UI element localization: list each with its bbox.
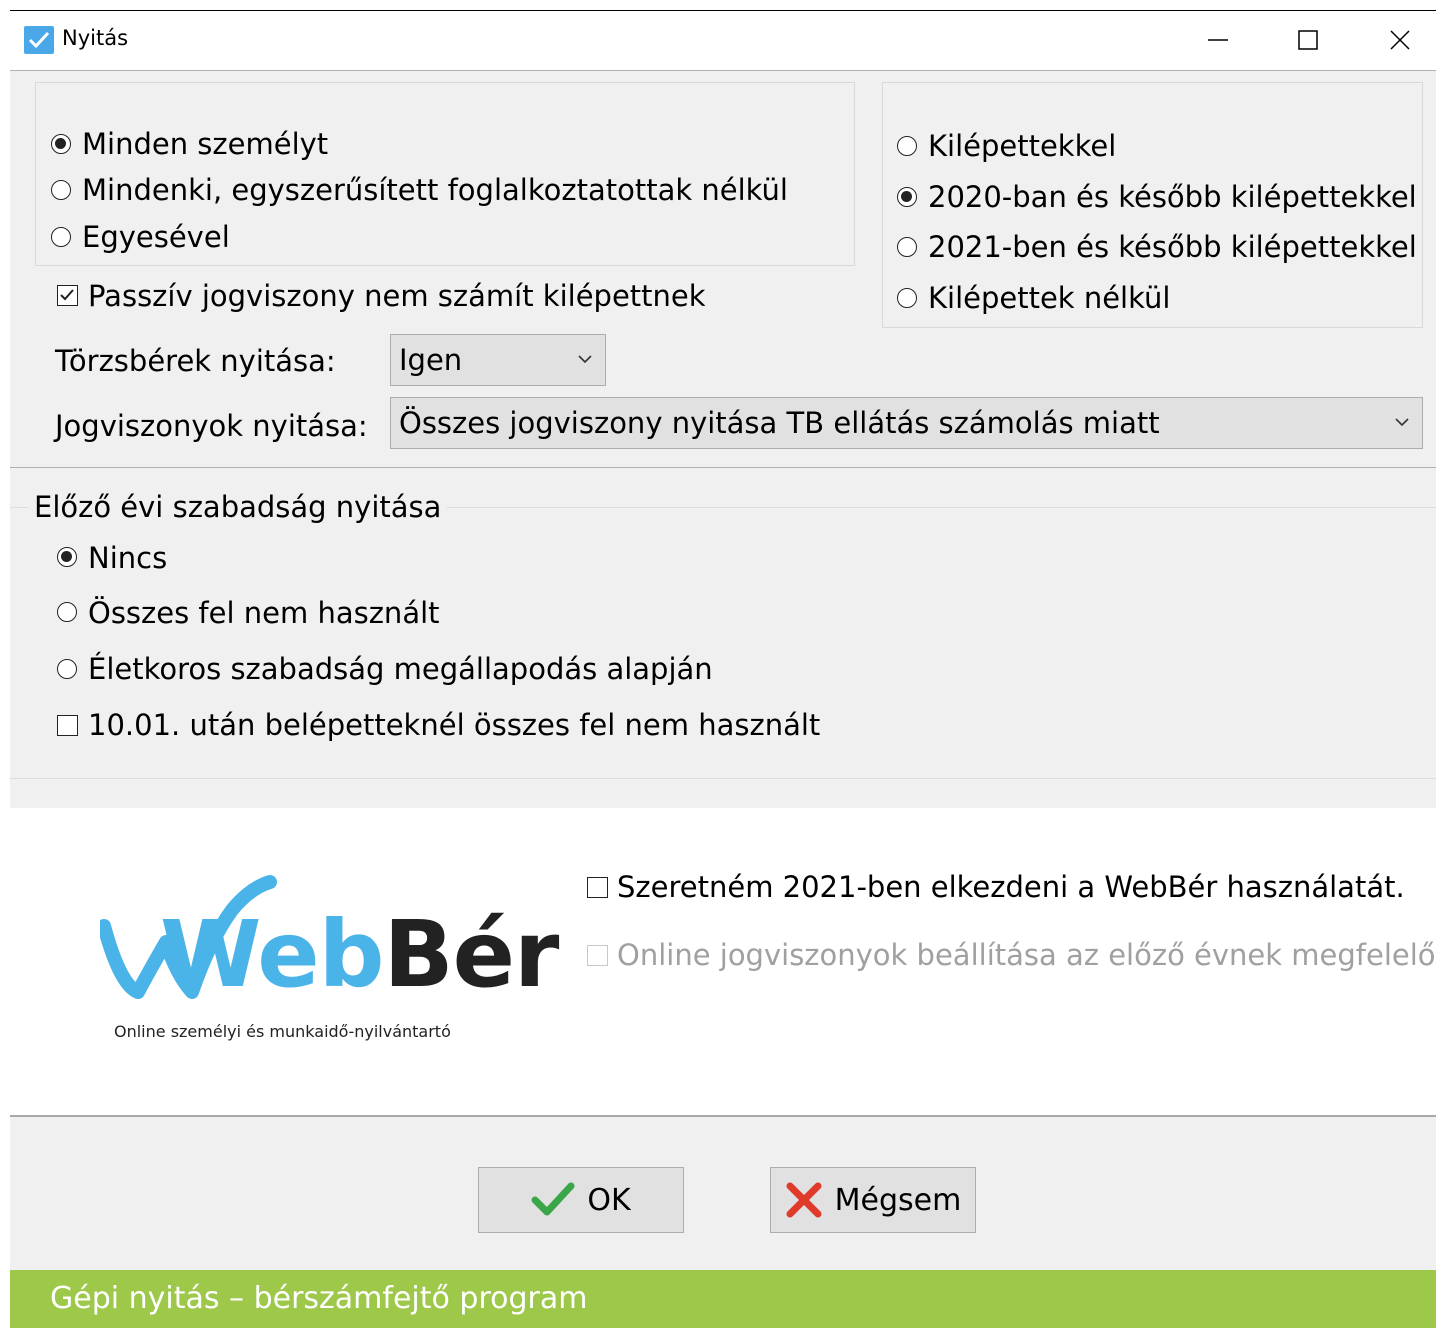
cancel-button-label: Mégsem bbox=[834, 1182, 962, 1218]
ok-button-label: OK bbox=[587, 1182, 631, 1218]
webber-online-label: Online jogviszonyok beállítása az előző … bbox=[617, 938, 1436, 972]
leave-title: Előző évi szabadság nyitása bbox=[28, 489, 448, 525]
chevron-down-icon bbox=[1395, 418, 1409, 427]
exited-label-2: 2021-ben és később kilépettekkel bbox=[928, 230, 1417, 264]
exited-radio-0[interactable] bbox=[897, 136, 917, 156]
torzsberek-value: Igen bbox=[399, 343, 463, 377]
jogviszonyok-value: Összes jogviszony nyitása TB ellátás szá… bbox=[399, 406, 1160, 440]
ok-button[interactable]: OK bbox=[478, 1167, 684, 1233]
scope-label-0: Minden személyt bbox=[82, 127, 329, 161]
cancel-button[interactable]: Mégsem bbox=[770, 1167, 976, 1233]
checkmark-icon bbox=[60, 289, 74, 301]
logo-text-ber: Bér bbox=[383, 901, 559, 1008]
exited-label-0: Kilépettekkel bbox=[928, 129, 1117, 163]
leave-label-0: Nincs bbox=[88, 541, 168, 575]
separator bbox=[10, 1115, 1436, 1117]
window-title: Nyitás bbox=[62, 26, 129, 50]
passive-checkbox[interactable] bbox=[57, 285, 78, 306]
scope-radio-2[interactable] bbox=[51, 227, 71, 247]
webber-online-checkbox[interactable] bbox=[587, 945, 608, 966]
minimize-button[interactable] bbox=[1188, 20, 1248, 60]
webber-logo-text: WebBér bbox=[160, 900, 559, 1010]
leave-check-label: 10.01. után belépetteknél összes fel nem… bbox=[88, 708, 821, 742]
jogviszonyok-select[interactable]: Összes jogviszony nyitása TB ellátás szá… bbox=[390, 397, 1423, 449]
footer-text: Gépi nyitás – bérszámfejtő program bbox=[50, 1281, 588, 1316]
maximize-button[interactable] bbox=[1278, 20, 1338, 60]
exited-radio-1[interactable] bbox=[897, 187, 917, 207]
scope-label-1: Mindenki, egyszerűsített foglalkoztatott… bbox=[82, 173, 788, 207]
webber-start-label: Szeretném 2021-ben elkezdeni a WebBér ha… bbox=[617, 870, 1405, 904]
leave-checkbox[interactable] bbox=[57, 715, 78, 736]
torzsberek-label: Törzsbérek nyitása: bbox=[55, 344, 336, 378]
passive-label: Passzív jogviszony nem számít kilépettne… bbox=[88, 279, 706, 313]
leave-label-2: Életkoros szabadság megállapodás alapján bbox=[88, 652, 713, 686]
webber-start-checkbox[interactable] bbox=[587, 877, 608, 898]
leave-radio-0[interactable] bbox=[57, 547, 77, 567]
leave-radio-1[interactable] bbox=[57, 602, 77, 622]
close-button[interactable] bbox=[1370, 20, 1430, 60]
close-icon bbox=[1390, 30, 1410, 50]
exited-label-1: 2020-ban és később kilépettekkel bbox=[928, 180, 1417, 214]
leave-label-1: Összes fel nem használt bbox=[88, 596, 440, 630]
torzsberek-select[interactable]: Igen bbox=[390, 334, 606, 386]
maximize-icon bbox=[1298, 30, 1318, 50]
minimize-icon bbox=[1208, 39, 1228, 41]
exited-label-3: Kilépettek nélkül bbox=[928, 281, 1171, 315]
logo-tagline: Online személyi és munkaidő-nyilvántartó bbox=[114, 1022, 451, 1041]
cross-icon bbox=[786, 1182, 822, 1218]
leave-radio-2[interactable] bbox=[57, 659, 77, 679]
exited-radio-3[interactable] bbox=[897, 288, 917, 308]
scope-label-2: Egyesével bbox=[82, 220, 230, 254]
jogviszonyok-label: Jogviszonyok nyitása: bbox=[55, 409, 368, 443]
logo-text-web: Web bbox=[160, 901, 384, 1008]
app-check-icon bbox=[24, 26, 54, 54]
exited-radio-2[interactable] bbox=[897, 237, 917, 257]
chevron-down-icon bbox=[578, 355, 592, 364]
checkmark-icon bbox=[531, 1182, 575, 1216]
scope-radio-1[interactable] bbox=[51, 180, 71, 200]
scope-radio-0[interactable] bbox=[51, 134, 71, 154]
